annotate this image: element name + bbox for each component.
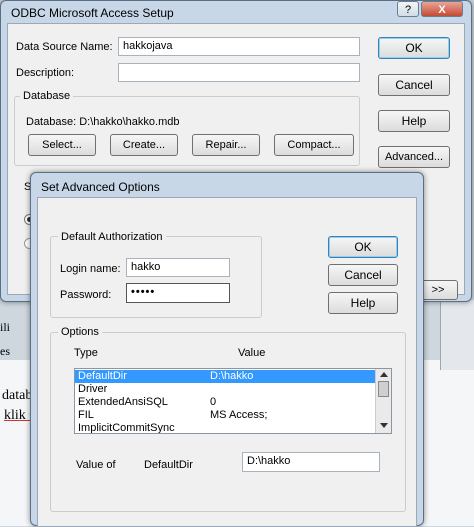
scrollbar-thumb[interactable] bbox=[378, 381, 389, 397]
dsn-label: Data Source Name: bbox=[16, 41, 113, 53]
list-item[interactable]: DefaultDir D:\hakko bbox=[75, 370, 375, 383]
login-input[interactable]: hakko bbox=[126, 258, 230, 277]
auth-group bbox=[50, 236, 262, 318]
list-item[interactable]: ExtendedAnsiSQL 0 bbox=[75, 396, 391, 409]
description-label: Description: bbox=[16, 67, 75, 79]
adv-cancel-button[interactable]: Cancel bbox=[328, 264, 398, 286]
list-scrollbar[interactable] bbox=[375, 369, 391, 433]
ok-button[interactable]: OK bbox=[378, 37, 450, 59]
list-item[interactable]: FIL MS Access; bbox=[75, 409, 391, 422]
database-path: Database: D:\hakko\hakko.mdb bbox=[26, 116, 180, 128]
scroll-down-icon[interactable] bbox=[380, 423, 388, 428]
password-label: Password: bbox=[60, 289, 112, 301]
title-close-button[interactable]: X bbox=[421, 1, 463, 17]
column-header-type: Type bbox=[74, 347, 98, 359]
login-label: Login name: bbox=[60, 263, 121, 275]
advanced-options-window: Set Advanced Options Default Authorizati… bbox=[30, 172, 424, 527]
compact-button[interactable]: Compact... bbox=[274, 134, 354, 156]
list-item-type: DefaultDir bbox=[78, 370, 127, 382]
adv-ok-button[interactable]: OK bbox=[328, 236, 398, 258]
list-item-value: 0 bbox=[210, 396, 217, 408]
options-group-label: Options bbox=[58, 326, 102, 339]
value-of-label: Value of bbox=[76, 459, 116, 471]
title-help-button[interactable]: ? bbox=[397, 1, 419, 17]
value-of-input[interactable]: D:\hakko bbox=[242, 452, 380, 472]
repair-button[interactable]: Repair... bbox=[192, 134, 260, 156]
adv-help-button[interactable]: Help bbox=[328, 292, 398, 314]
advanced-button[interactable]: Advanced... bbox=[378, 146, 450, 168]
background-panel-right bbox=[440, 300, 474, 370]
advanced-window-title: Set Advanced Options bbox=[41, 180, 160, 194]
list-item-type: FIL bbox=[78, 409, 94, 421]
list-item[interactable]: Driver bbox=[75, 383, 391, 396]
list-item-type: ExtendedAnsiSQL bbox=[78, 396, 168, 408]
list-item[interactable]: ImplicitCommitSync bbox=[75, 422, 391, 434]
description-input[interactable] bbox=[118, 63, 360, 82]
password-input[interactable]: ••••• bbox=[126, 283, 230, 303]
scroll-up-icon[interactable] bbox=[380, 372, 388, 377]
list-item-value: MS Access; bbox=[210, 409, 268, 421]
list-item-type: Driver bbox=[78, 383, 108, 395]
value-of-name: DefaultDir bbox=[144, 459, 193, 471]
auth-group-label: Default Authorization bbox=[58, 231, 166, 244]
list-item-type: ImplicitCommitSync bbox=[78, 422, 175, 434]
column-header-value: Value bbox=[238, 347, 266, 359]
doc-fragment-3: ili bbox=[0, 320, 11, 334]
options-list[interactable]: DefaultDir D:\hakko Driver ExtendedAnsiS… bbox=[74, 368, 392, 434]
list-item-value: D:\hakko bbox=[210, 370, 254, 382]
database-group-label: Database bbox=[20, 90, 74, 103]
create-button[interactable]: Create... bbox=[110, 134, 178, 156]
cancel-button[interactable]: Cancel bbox=[378, 74, 450, 96]
help-button[interactable]: Help bbox=[378, 110, 450, 132]
dsn-input[interactable]: hakkojava bbox=[118, 37, 360, 56]
doc-fragment-4: es bbox=[0, 344, 10, 358]
options-button[interactable]: >> bbox=[418, 280, 458, 300]
advanced-client: Default Authorization Login name: hakko … bbox=[37, 197, 417, 527]
select-button[interactable]: Select... bbox=[28, 134, 96, 156]
window-title: ODBC Microsoft Access Setup bbox=[11, 6, 174, 20]
